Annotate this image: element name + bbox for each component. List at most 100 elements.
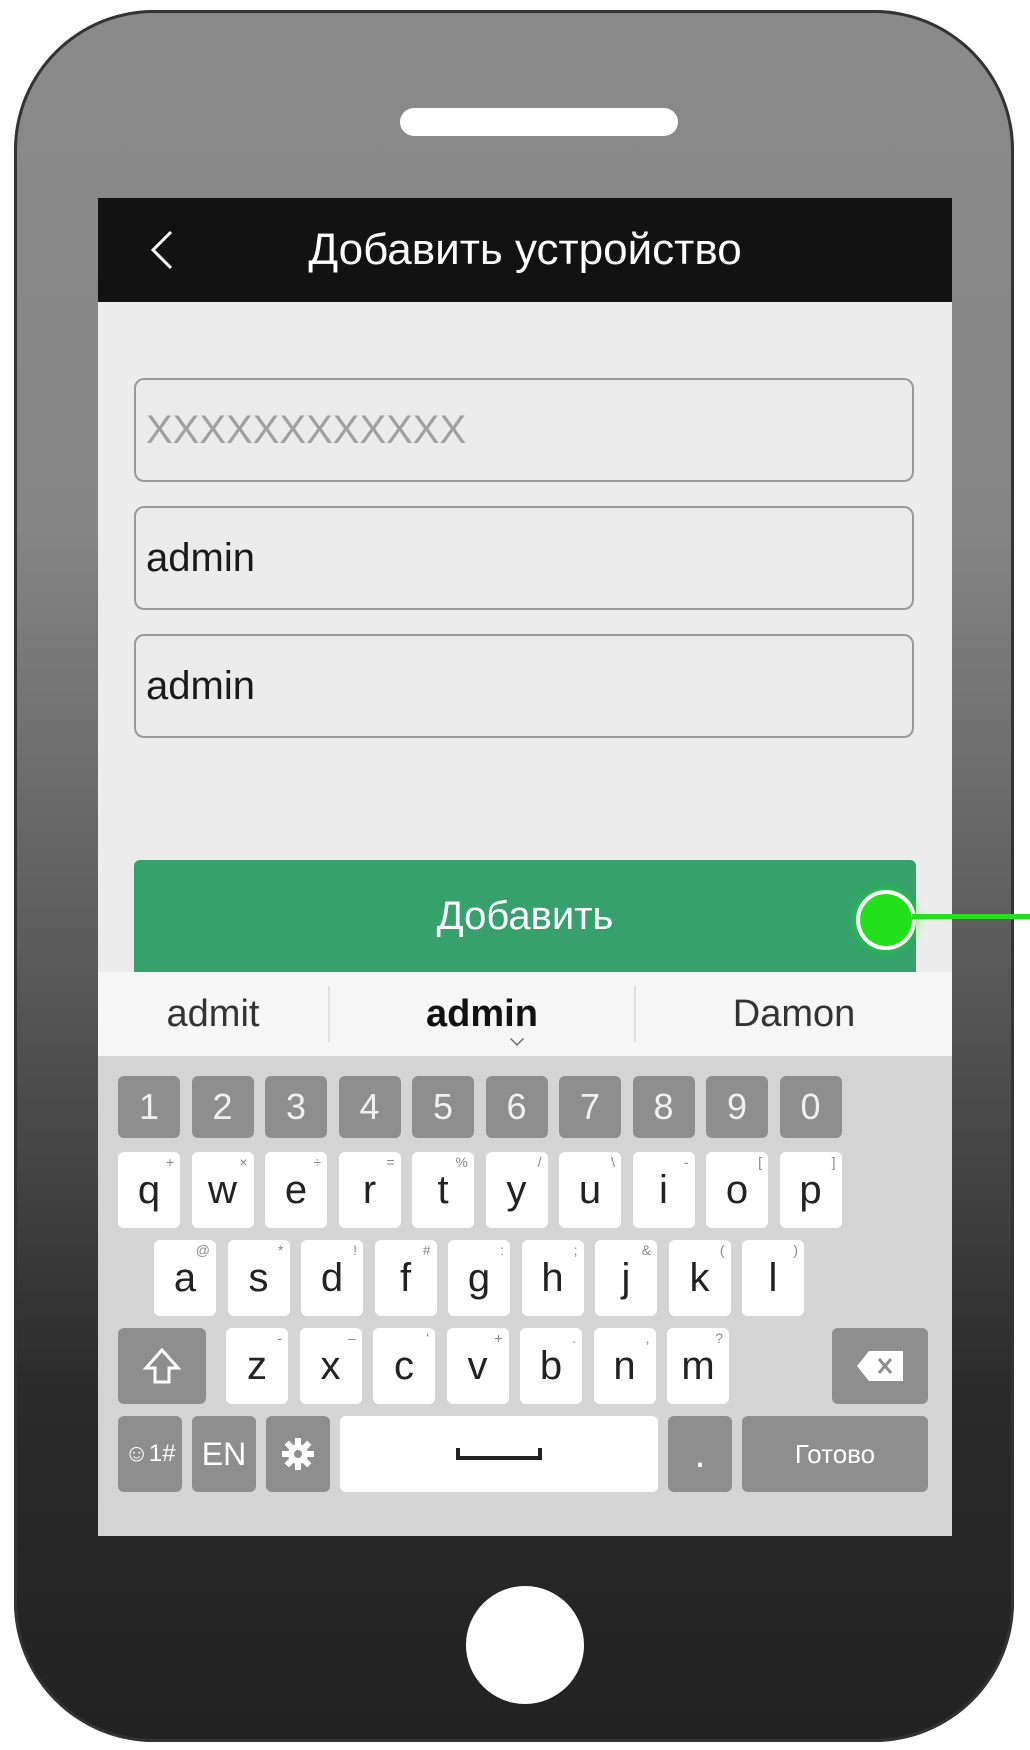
suggestion-item-selected[interactable]: admin [330, 972, 634, 1056]
letter-key[interactable]: y / [485, 1152, 548, 1228]
letter-key[interactable]: b. [520, 1328, 582, 1404]
key-label: 6 [506, 1086, 527, 1127]
settings-key[interactable] [266, 1416, 330, 1492]
key-label: v [467, 1343, 488, 1388]
letter-key[interactable]: h; [521, 1240, 584, 1316]
key-secondary-label: ) [793, 1242, 798, 1258]
shift-key[interactable] [118, 1328, 206, 1404]
letter-key[interactable]: r = [338, 1152, 401, 1228]
key-secondary-label: [ [758, 1154, 762, 1170]
letter-key[interactable]: o[ [706, 1152, 768, 1228]
key-secondary-label: , [645, 1330, 650, 1346]
key-secondary-label: ÷ [313, 1154, 321, 1170]
key-label: w [208, 1167, 237, 1212]
on-screen-keyboard: 1234567890 q + w × e ÷ r = t% y / u \ i - o[p] a @ s * d! f #… [98, 1056, 952, 1536]
password-field[interactable]: admin [134, 634, 914, 738]
letter-key[interactable]: v + [446, 1328, 509, 1404]
key-label: h [541, 1255, 564, 1300]
key-secondary-label: ( [719, 1242, 725, 1258]
key-label: n [613, 1343, 636, 1388]
key-label: 1 [138, 1086, 160, 1127]
letter-key[interactable]: g: [448, 1240, 510, 1316]
gear-icon [282, 1438, 314, 1470]
highlight-pointer-line [912, 914, 1030, 919]
key-secondary-label: - [683, 1154, 689, 1170]
key-secondary-label: & [641, 1242, 651, 1258]
key-label: q [137, 1167, 161, 1212]
key-secondary-label: ! [353, 1242, 357, 1258]
serial-number-placeholder: XXXXXXXXXXXX [146, 407, 467, 452]
key-label: p [799, 1167, 822, 1212]
letter-key[interactable]: e ÷ [265, 1152, 327, 1228]
number-key[interactable]: 5 [412, 1076, 474, 1138]
key-secondary-label: + [494, 1330, 503, 1346]
key-label: x [320, 1343, 341, 1388]
period-key[interactable]: . [668, 1416, 732, 1492]
key-label: f [399, 1255, 412, 1300]
key-secondary-label: ] [831, 1154, 836, 1170]
username-field[interactable]: admin [134, 506, 914, 610]
number-key[interactable]: 6 [485, 1076, 548, 1138]
number-key[interactable]: 7 [559, 1076, 621, 1138]
letter-key[interactable]: k( [668, 1240, 731, 1316]
key-secondary-label: * [278, 1242, 284, 1258]
letter-key[interactable]: p] [779, 1152, 842, 1228]
letter-key[interactable]: t% [412, 1152, 474, 1228]
letter-key[interactable]: q + [118, 1152, 180, 1228]
letter-key[interactable]: m? [667, 1328, 729, 1404]
home-button[interactable] [466, 1586, 584, 1704]
language-key[interactable]: EN [192, 1416, 256, 1492]
phone-speaker [400, 108, 678, 136]
space-key[interactable] [340, 1416, 658, 1492]
key-secondary-label: ; [573, 1242, 578, 1258]
number-key[interactable]: 1 [118, 1076, 180, 1138]
letter-key[interactable]: x – [299, 1328, 362, 1404]
done-key[interactable]: Готово [742, 1416, 928, 1492]
suggestion-item[interactable]: Damon [636, 972, 952, 1056]
number-key[interactable]: 8 [632, 1076, 695, 1138]
key-secondary-label: ? [715, 1330, 723, 1346]
key-label: 0 [800, 1086, 821, 1127]
letter-key[interactable]: w × [191, 1152, 254, 1228]
letter-key[interactable]: f # [374, 1240, 437, 1316]
letter-key[interactable]: u \ [559, 1152, 621, 1228]
page-title: Добавить устройство [308, 225, 742, 274]
letter-key[interactable]: l) [742, 1240, 804, 1316]
letter-key[interactable]: n, [593, 1328, 656, 1404]
key-secondary-label: – [347, 1330, 356, 1346]
key-secondary-label: @ [195, 1242, 210, 1258]
suggestion-item[interactable]: admit [98, 972, 328, 1056]
top-bar: Добавить устройство [98, 198, 952, 302]
space-bar-icon [456, 1448, 542, 1460]
key-label: 9 [726, 1086, 748, 1127]
key-label: 2 [212, 1086, 233, 1127]
number-key[interactable]: 3 [265, 1076, 327, 1138]
key-label: 8 [653, 1086, 674, 1127]
symbols-key[interactable]: ☺1# [118, 1416, 182, 1492]
number-key[interactable]: 0 [779, 1076, 842, 1138]
backspace-key[interactable] [832, 1328, 928, 1404]
key-label: m [681, 1343, 715, 1388]
letter-key[interactable]: i- [632, 1152, 695, 1228]
serial-number-field[interactable]: XXXXXXXXXXXX [134, 378, 914, 482]
key-secondary-label: . [572, 1330, 576, 1346]
letter-key[interactable]: z- [226, 1328, 288, 1404]
letter-key[interactable]: a @ [154, 1240, 216, 1316]
back-button[interactable] [132, 220, 192, 280]
letter-key[interactable]: c ' [373, 1328, 435, 1404]
letter-key[interactable]: s * [227, 1240, 290, 1316]
key-secondary-label: + [165, 1154, 174, 1170]
letter-key[interactable]: j & [595, 1240, 657, 1316]
key-label: a [173, 1255, 197, 1300]
add-device-button[interactable]: Добавить [134, 860, 916, 972]
number-key[interactable]: 2 [191, 1076, 254, 1138]
number-key[interactable]: 4 [338, 1076, 401, 1138]
number-key[interactable]: 9 [706, 1076, 768, 1138]
key-secondary-label: × [239, 1154, 248, 1170]
key-label: e [284, 1167, 308, 1212]
key-secondary-label: - [277, 1330, 282, 1346]
app-screen: Добавить устройство XXXXXXXXXXXX admin a… [98, 198, 952, 1536]
key-secondary-label: / [537, 1154, 542, 1170]
key-label: l [768, 1255, 778, 1300]
letter-key[interactable]: d! [301, 1240, 363, 1316]
